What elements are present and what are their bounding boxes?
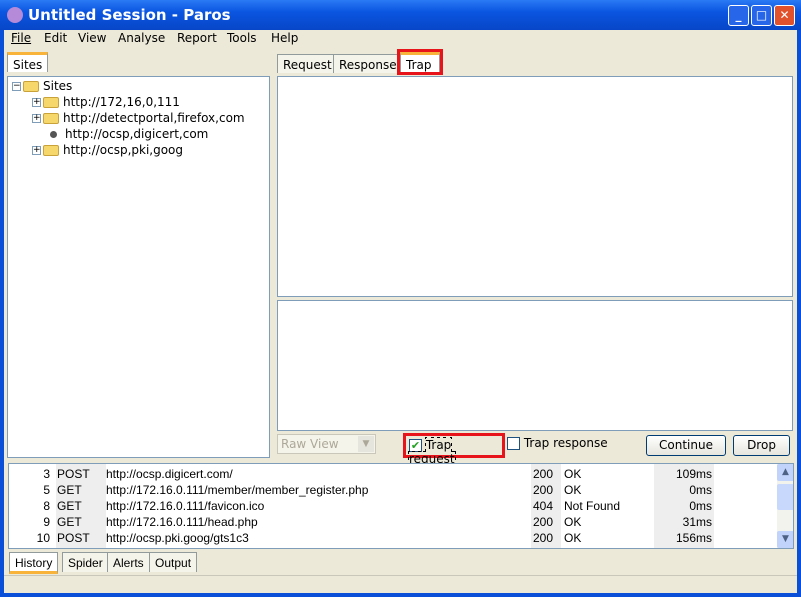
scroll-thumb[interactable]: [777, 484, 793, 510]
tab-alerts[interactable]: Alerts: [107, 552, 150, 572]
cell-id: 8: [43, 499, 50, 513]
cell-time: 0ms: [689, 499, 712, 513]
continue-button[interactable]: Continue: [646, 435, 726, 456]
cell-url: http://172.16.0.111/head.php: [106, 515, 258, 529]
folder-icon: [43, 113, 59, 124]
cell-status: OK: [564, 483, 582, 497]
expand-icon[interactable]: +: [32, 146, 41, 155]
tab-response[interactable]: Response: [333, 54, 403, 73]
tab-history[interactable]: History: [9, 552, 59, 574]
table-row[interactable]: 3 POST http://ocsp.digicert.com/200 OK 109ms: [9, 466, 777, 482]
collapse-icon[interactable]: −: [12, 82, 21, 91]
close-button[interactable]: ✕: [774, 5, 795, 26]
table-row[interactable]: 5 GET http://172.16.0.111/member/member_re…: [9, 482, 777, 498]
cell-status: OK: [564, 467, 582, 481]
cell-code: 404: [533, 499, 554, 513]
tab-output[interactable]: Output: [149, 552, 198, 572]
tab-request[interactable]: Request: [277, 54, 338, 73]
menu-edit[interactable]: Edit: [44, 31, 67, 45]
cell-time: 156ms: [675, 531, 712, 545]
cell-code: 200: [533, 531, 554, 545]
table-row[interactable]: 8 GET http://172.16.0.111/favicon.ico 404 No…: [9, 498, 777, 514]
cell-status: Not Found: [564, 499, 621, 513]
folder-icon: [43, 97, 59, 108]
tree-node[interactable]: http://ocsp,digicert,com: [50, 127, 208, 141]
cell-id: 5: [43, 483, 50, 497]
folder-icon: [43, 145, 59, 156]
menu-bar: File Edit View Analyse Report Tools Help: [4, 30, 797, 48]
table-row[interactable]: 10 POST http://ocsp.pki.goog/gts1c3 200 OK 15…: [9, 530, 777, 546]
cell-url: http://ocsp.digicert.com/: [106, 467, 233, 481]
cell-id: 10: [36, 531, 50, 545]
cell-url: http://172.16.0.111/member/member_regist…: [106, 483, 369, 497]
trap-request-checkbox[interactable]: ✔ Trap request: [403, 433, 505, 467]
chevron-down-icon: ▼: [358, 436, 374, 452]
cell-method: GET: [57, 515, 82, 529]
folder-icon: [23, 81, 39, 92]
vertical-scrollbar[interactable]: ▲ ▼: [777, 464, 793, 548]
expand-icon[interactable]: +: [32, 98, 41, 107]
maximize-button[interactable]: □: [751, 5, 772, 26]
expand-icon[interactable]: +: [32, 114, 41, 123]
menu-tools[interactable]: Tools: [227, 31, 257, 45]
cell-code: 200: [533, 467, 554, 481]
trap-response-checkbox[interactable]: Trap response: [507, 436, 608, 450]
main-window: File Edit View Analyse Report Tools Help…: [4, 30, 797, 593]
app-icon: [7, 7, 23, 23]
cell-code: 200: [533, 483, 554, 497]
cell-status: OK: [564, 531, 582, 545]
tab-spider[interactable]: Spider: [62, 552, 109, 572]
menu-file[interactable]: File: [11, 31, 31, 45]
sites-tree: − Sites + http://172,16,0,111 + http://dete…: [7, 76, 270, 458]
trap-header-area[interactable]: [277, 76, 793, 297]
cell-method: GET: [57, 499, 82, 513]
cell-url: http://172.16.0.111/favicon.ico: [106, 499, 265, 513]
cell-method: POST: [57, 531, 90, 545]
cell-time: 31ms: [682, 515, 712, 529]
window-title: Untitled Session - Paros: [28, 6, 231, 24]
menu-view[interactable]: View: [78, 31, 106, 45]
tree-root[interactable]: − Sites: [12, 79, 72, 93]
cell-id: 3: [43, 467, 50, 481]
cell-code: 200: [533, 515, 554, 529]
menu-analyse[interactable]: Analyse: [118, 31, 165, 45]
cell-method: POST: [57, 467, 90, 481]
tab-trap[interactable]: Trap: [397, 49, 443, 75]
scroll-up-icon[interactable]: ▲: [777, 464, 793, 481]
cell-method: GET: [57, 483, 82, 497]
scroll-down-icon[interactable]: ▼: [777, 531, 793, 548]
tree-node[interactable]: + http://ocsp,pki,goog: [32, 143, 183, 157]
minimize-button[interactable]: _: [728, 5, 749, 26]
view-select[interactable]: Raw View ▼: [277, 434, 376, 454]
menu-report[interactable]: Report: [177, 31, 217, 45]
trap-body-area[interactable]: [277, 300, 793, 431]
cell-id: 9: [43, 515, 50, 529]
cell-time: 0ms: [689, 483, 712, 497]
table-row[interactable]: 9 GET http://172.16.0.111/head.php 200 OK 31m…: [9, 514, 777, 530]
check-icon: ✔: [409, 439, 422, 452]
cell-url: http://ocsp.pki.goog/gts1c3: [106, 531, 249, 545]
tab-sites[interactable]: Sites: [7, 52, 49, 72]
tree-node[interactable]: + http://detectportal,firefox,com: [32, 111, 245, 125]
menu-help[interactable]: Help: [271, 31, 298, 45]
leaf-icon: [50, 131, 57, 138]
drop-button[interactable]: Drop: [733, 435, 790, 456]
tree-node[interactable]: + http://172,16,0,111: [32, 95, 180, 109]
cell-time: 109ms: [675, 467, 712, 481]
history-table: 3 POST http://ocsp.digicert.com/200 OK 109ms…: [8, 463, 794, 549]
title-bar: Untitled Session - Paros _ □ ✕: [0, 0, 801, 30]
cell-status: OK: [564, 515, 582, 529]
status-bar: [4, 575, 797, 593]
